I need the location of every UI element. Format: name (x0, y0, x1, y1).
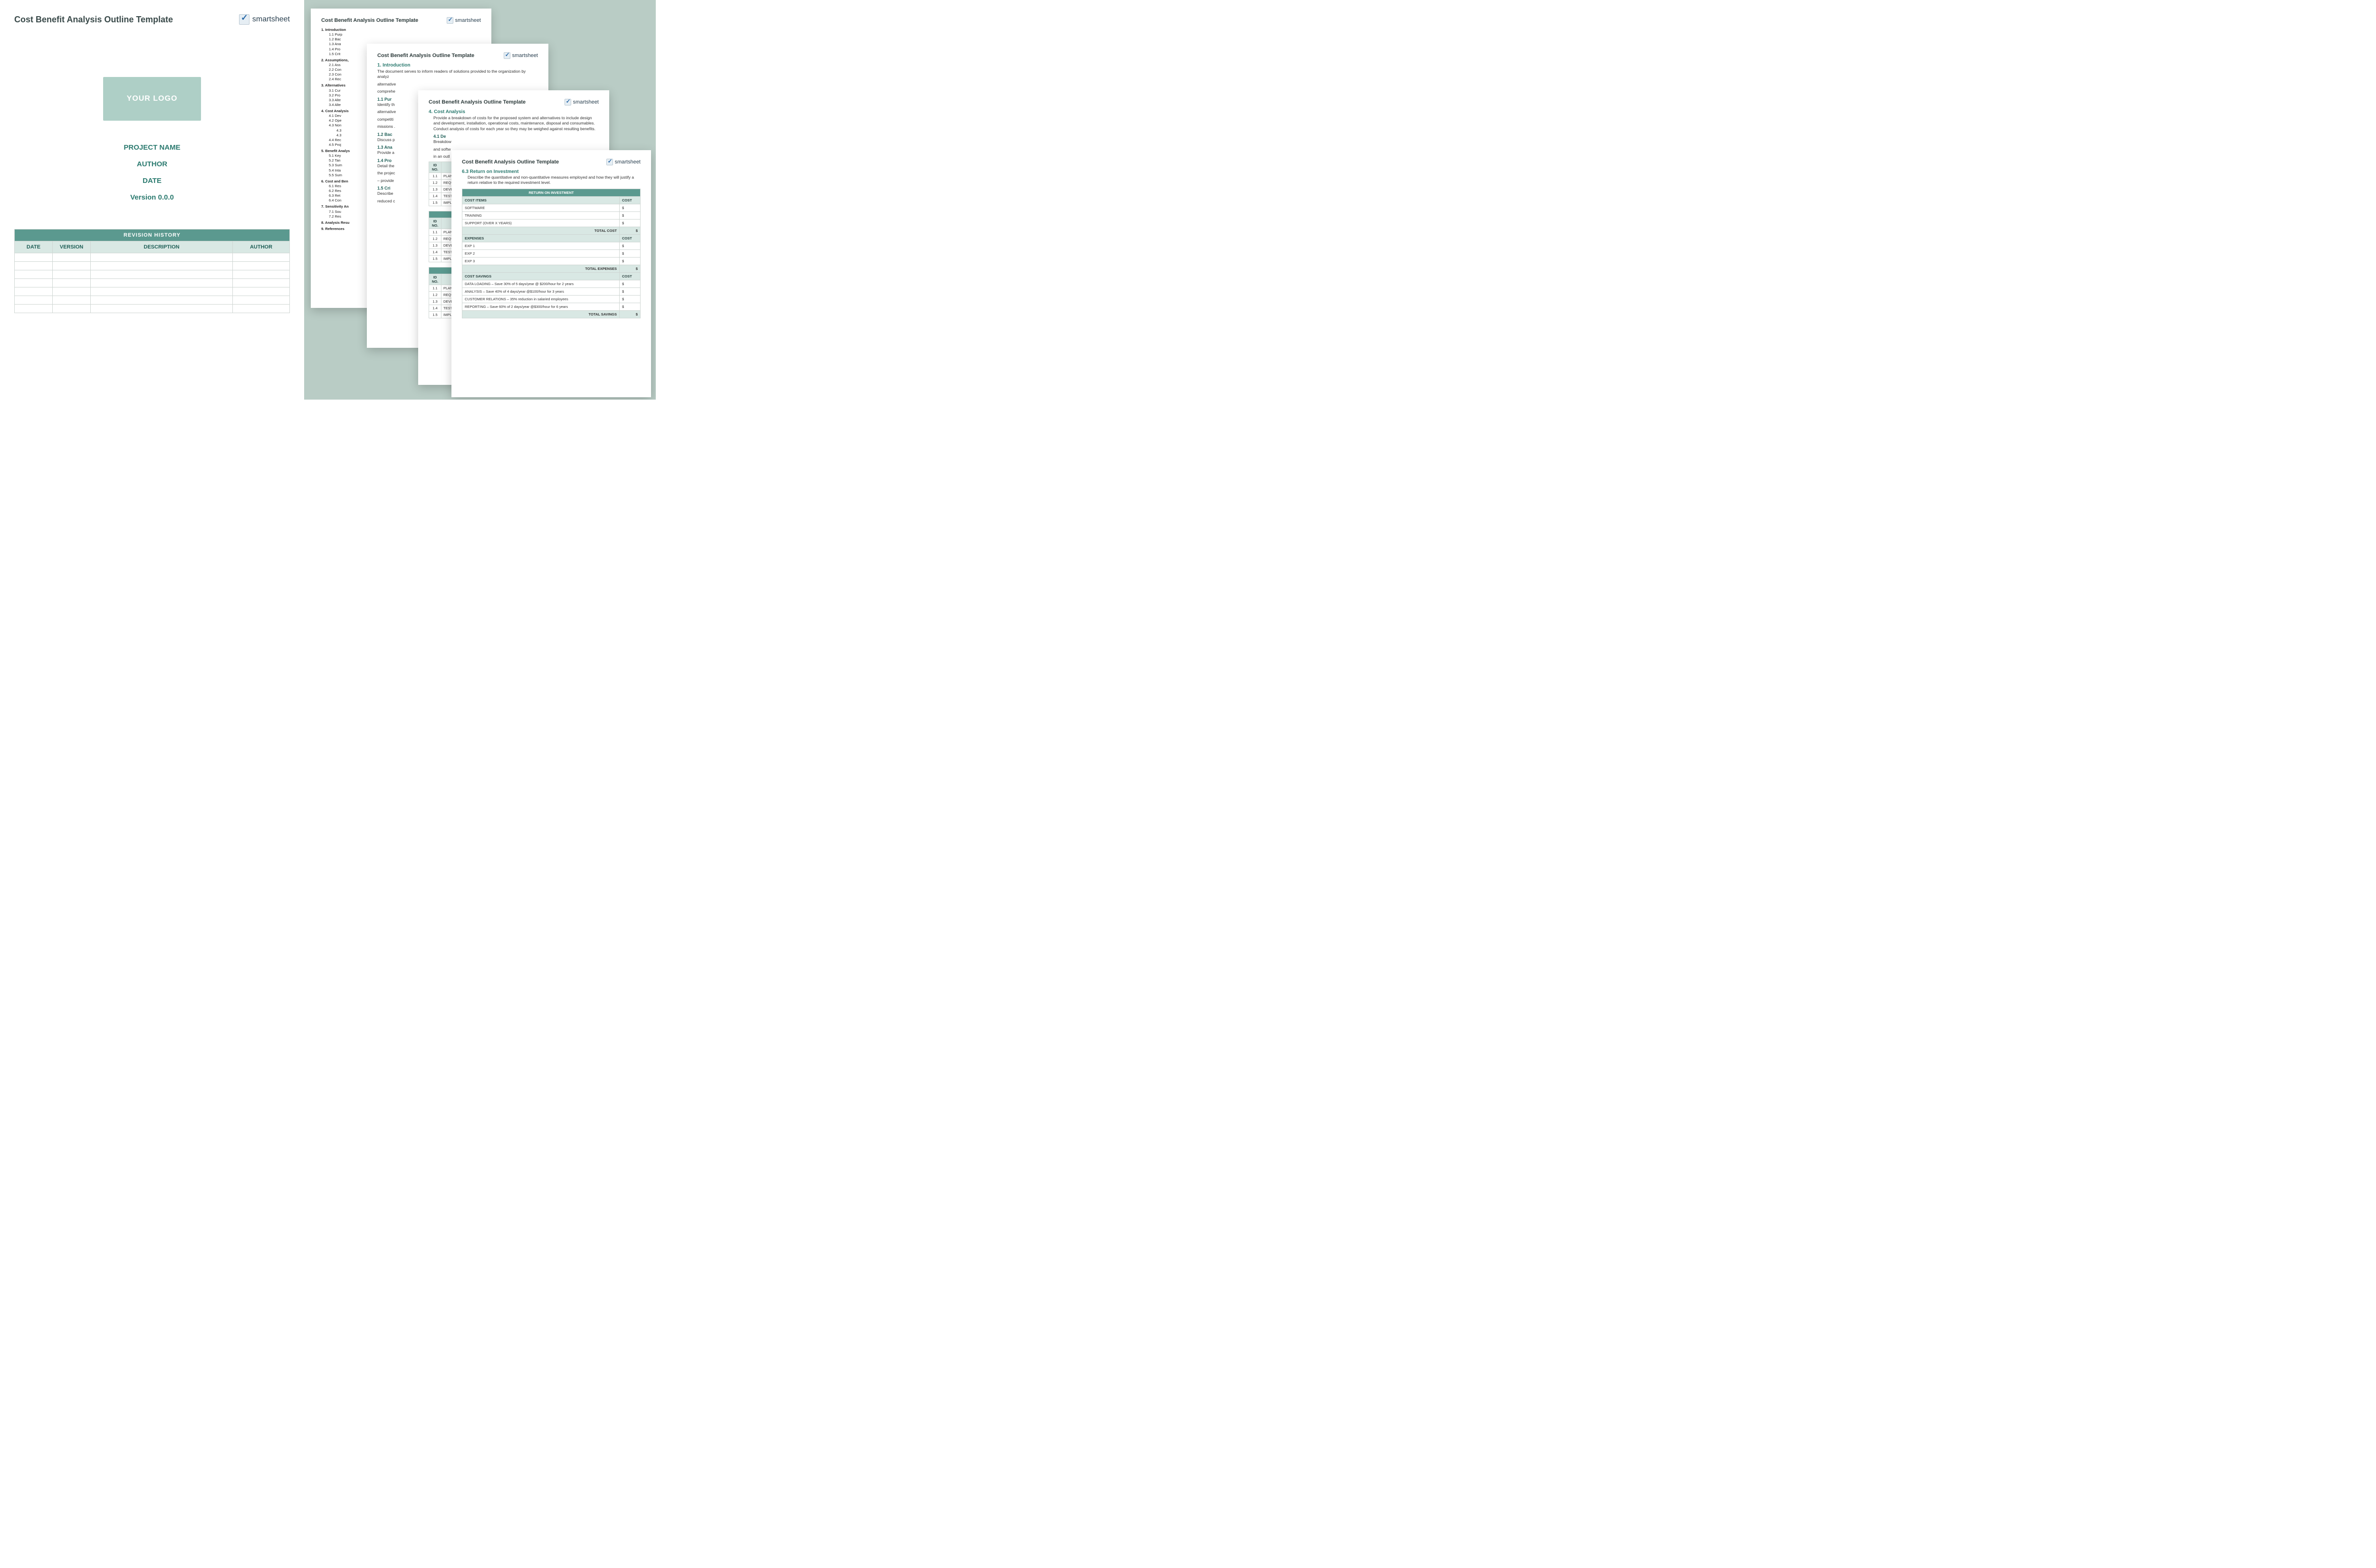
logo-placeholder: YOUR LOGO (103, 77, 201, 121)
check-icon (504, 52, 510, 59)
smartsheet-logo: smartsheet (606, 159, 641, 165)
table-row: EXP 3$ (462, 257, 641, 265)
table-row (15, 279, 290, 287)
check-icon (239, 14, 249, 25)
section-6-3-heading: 6.3 Return on Investment (462, 169, 641, 174)
table-row (15, 253, 290, 262)
preview-page-roi: Cost Benefit Analysis Outline Template s… (451, 150, 651, 397)
table-row (15, 305, 290, 313)
col-author: AUTHOR (233, 241, 290, 253)
cover-fields: PROJECT NAME AUTHOR DATE Version 0.0.0 (14, 135, 290, 210)
table-row (15, 287, 290, 296)
preview-stack: Cost Benefit Analysis Outline Template s… (304, 0, 656, 400)
col-date: DATE (15, 241, 53, 253)
table-row: TRAINING$ (462, 211, 641, 219)
table-row: ANALYSIS – Save 40% of 4 days/year @$100… (462, 287, 641, 295)
smartsheet-logo: smartsheet (504, 52, 538, 59)
page-title: Cost Benefit Analysis Outline Template (462, 159, 559, 165)
table-row: CUSTOMER RELATIONS – 35% reduction in sa… (462, 295, 641, 303)
col-description: DESCRIPTION (91, 241, 233, 253)
table-row (15, 262, 290, 270)
brand-name: smartsheet (252, 15, 290, 24)
table-row: DATA LOADING – Save 30% of 5 days/year @… (462, 280, 641, 287)
table-row: SOFTWARE$ (462, 204, 641, 211)
toc-item: 1.2 Bac (321, 37, 481, 42)
check-icon (565, 99, 571, 105)
page-title: Cost Benefit Analysis Outline Template (377, 53, 474, 58)
smartsheet-logo: smartsheet (447, 17, 481, 24)
revision-history-table: REVISION HISTORY DATE VERSION DESCRIPTIO… (14, 229, 290, 313)
table-row: REPORTING – Save 60% of 2 days/year @$30… (462, 303, 641, 310)
col-version: VERSION (53, 241, 91, 253)
section-1-heading: 1. Introduction (377, 63, 538, 68)
cover-page: Cost Benefit Analysis Outline Template s… (0, 0, 304, 400)
roi-table: RETURN ON INVESTMENT COST ITEMSCOST SOFT… (462, 189, 641, 318)
page-title: Cost Benefit Analysis Outline Template (429, 99, 526, 105)
field-date: DATE (14, 177, 290, 185)
field-project-name: PROJECT NAME (14, 143, 290, 152)
table-row (15, 296, 290, 305)
table-row: EXP 2$ (462, 249, 641, 257)
document-title: Cost Benefit Analysis Outline Template (14, 15, 173, 25)
page-title: Cost Benefit Analysis Outline Template (321, 18, 418, 23)
smartsheet-logo: smartsheet (565, 99, 599, 105)
smartsheet-logo: smartsheet (239, 14, 290, 25)
revision-bar: REVISION HISTORY (15, 229, 290, 241)
section-4-heading: 4. Cost Analysis (429, 109, 599, 115)
check-icon (447, 17, 453, 24)
field-version: Version 0.0.0 (14, 193, 290, 201)
check-icon (606, 159, 613, 165)
cover-header: Cost Benefit Analysis Outline Template s… (14, 14, 290, 25)
table-row: SUPPORT (OVER X YEARS)$ (462, 219, 641, 227)
table-row (15, 270, 290, 279)
toc-item: 1. Introduction (321, 28, 481, 32)
field-author: AUTHOR (14, 160, 290, 168)
toc-item: 1.1 Purp (321, 32, 481, 37)
table-row: EXP 1$ (462, 242, 641, 249)
